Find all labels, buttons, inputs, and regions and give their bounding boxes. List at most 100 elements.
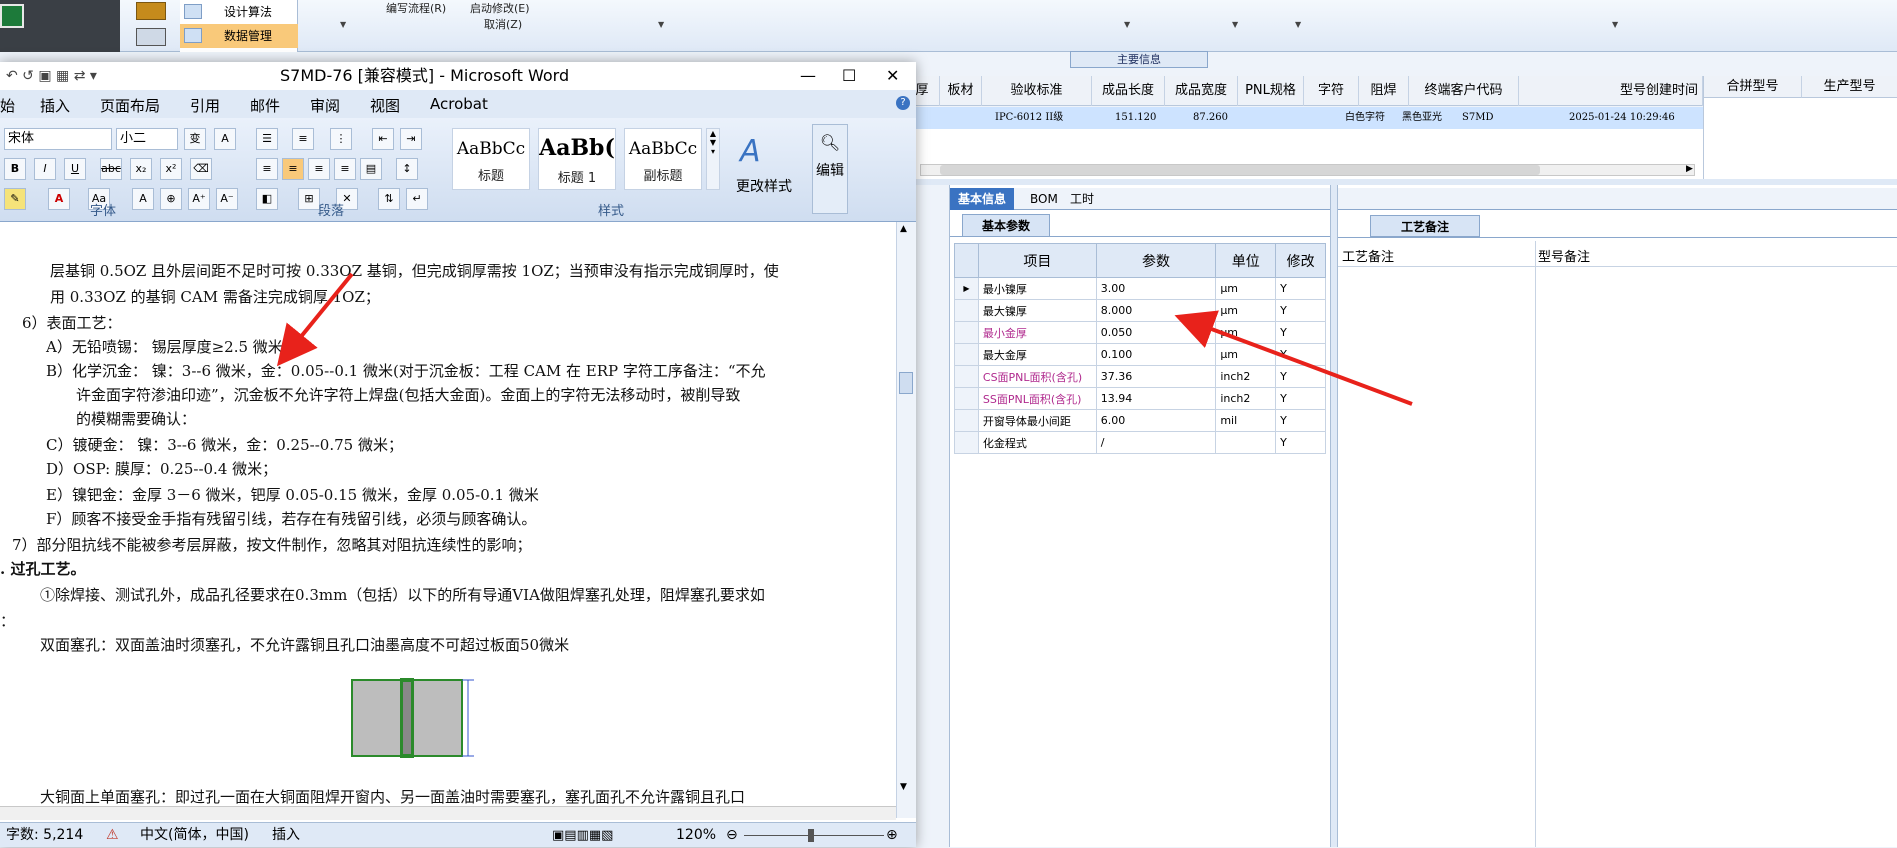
cell-modify[interactable]: Y bbox=[1275, 299, 1326, 322]
grow-font-icon[interactable]: A⁺ bbox=[188, 188, 210, 210]
show-marks-icon[interactable]: ↵ bbox=[406, 188, 428, 210]
row-selector[interactable] bbox=[954, 409, 979, 432]
cell-unit[interactable]: μm bbox=[1215, 321, 1277, 344]
tab-bom[interactable]: BOM bbox=[1022, 188, 1066, 210]
italic-icon[interactable]: I bbox=[34, 158, 56, 180]
dropdown-caret-icon[interactable]: ▼ bbox=[658, 20, 664, 29]
tab-acrobat[interactable]: Acrobat bbox=[430, 95, 488, 113]
cell-item[interactable]: 最大金厚 bbox=[977, 343, 1097, 366]
scroll-up-icon[interactable]: ▲ bbox=[900, 224, 907, 234]
superscript-icon[interactable]: x² bbox=[160, 158, 182, 180]
param-row[interactable]: 开窗导体最小间距 6.00 mil Y bbox=[954, 409, 1326, 432]
cell-modify[interactable]: Y bbox=[1275, 431, 1326, 454]
justify-icon[interactable]: ≡ bbox=[334, 158, 356, 180]
col-header[interactable]: 阻焊 bbox=[1359, 76, 1409, 106]
help-icon[interactable]: ? bbox=[896, 96, 910, 110]
cell-unit[interactable]: inch2 bbox=[1215, 387, 1277, 410]
cell-unit[interactable] bbox=[1215, 431, 1277, 454]
char-border-icon[interactable]: A bbox=[214, 128, 236, 150]
tab-home[interactable]: 始 bbox=[0, 95, 15, 116]
style-heading[interactable]: AaBbCc 标题 bbox=[452, 128, 530, 190]
col-header[interactable]: 成品宽度 bbox=[1165, 76, 1238, 106]
row-selector[interactable] bbox=[954, 365, 979, 388]
cell-unit[interactable]: mil bbox=[1215, 409, 1277, 432]
align-center-icon[interactable]: ≡ bbox=[282, 158, 304, 180]
scroll-thumb[interactable] bbox=[899, 372, 913, 394]
line-spacing-icon[interactable]: ↕ bbox=[396, 158, 418, 180]
col-header-modify[interactable]: 修改 bbox=[1275, 243, 1326, 278]
tab-view[interactable]: 视图 bbox=[370, 95, 400, 116]
font-size-select[interactable]: 小二 bbox=[116, 128, 178, 150]
shrink-font-icon[interactable]: A⁻ bbox=[216, 188, 238, 210]
tab-basic-params[interactable]: 基本参数 bbox=[962, 214, 1050, 236]
param-row[interactable]: 化金程式 / Y bbox=[954, 431, 1326, 454]
param-row[interactable]: CS面PNL面积(含孔) 37.36 inch2 Y bbox=[954, 365, 1326, 388]
font-name-select[interactable]: 宋体 bbox=[4, 128, 112, 150]
cell-modify[interactable]: Y bbox=[1275, 277, 1326, 300]
word-count[interactable]: 字数: 5,214 bbox=[6, 823, 83, 848]
cell-item[interactable]: 化金程式 bbox=[977, 431, 1097, 454]
col-header[interactable]: 合拼型号 bbox=[1704, 76, 1802, 98]
cell-value[interactable]: 3.00 bbox=[1095, 277, 1217, 300]
col-header[interactable]: 字符 bbox=[1304, 76, 1359, 106]
cell-modify[interactable]: Y bbox=[1275, 321, 1326, 344]
row-selector[interactable] bbox=[954, 431, 979, 454]
highlight-icon[interactable]: ✎ bbox=[4, 188, 26, 210]
menu-start-modify[interactable]: 启动修改(E) bbox=[470, 0, 530, 16]
cell-item[interactable]: SS面PNL面积(含孔) bbox=[977, 387, 1097, 410]
cell-modify[interactable]: Y bbox=[1275, 409, 1326, 432]
view-buttons-icon[interactable]: ▣▤▥▦▧ bbox=[552, 823, 613, 848]
subscript-icon[interactable]: x₂ bbox=[130, 158, 152, 180]
doc-hscroll[interactable] bbox=[0, 806, 896, 820]
cell-value[interactable]: / bbox=[1095, 431, 1217, 454]
scroll-down-icon[interactable]: ▼ bbox=[900, 782, 907, 792]
undo-icon[interactable]: ↶ ↺ ▣ ▦ ⇄ ▾ bbox=[6, 62, 97, 90]
tab-mailings[interactable]: 邮件 bbox=[250, 95, 280, 116]
param-row[interactable]: ▶ 最小镍厚 3.00 μm Y bbox=[954, 277, 1326, 300]
col-header-process-notes[interactable]: 工艺备注 bbox=[1342, 246, 1394, 265]
cell-value[interactable]: 6.00 bbox=[1095, 409, 1217, 432]
cell-modify[interactable]: Y bbox=[1275, 387, 1326, 410]
calculator-icon[interactable] bbox=[136, 2, 166, 20]
toolbox-icon[interactable] bbox=[136, 28, 166, 46]
style-subtitle[interactable]: AaBbCc 副标题 bbox=[624, 128, 702, 190]
tab-layout[interactable]: 页面布局 bbox=[100, 95, 160, 116]
zoom-level[interactable]: 120% bbox=[676, 823, 716, 848]
tab-hours[interactable]: 工时 bbox=[1062, 188, 1102, 210]
dropdown-caret-icon[interactable]: ▼ bbox=[1124, 20, 1130, 29]
col-header[interactable]: 型号创建时间 bbox=[1519, 76, 1703, 106]
col-header-param[interactable]: 参数 bbox=[1095, 243, 1217, 278]
bold-icon[interactable]: B bbox=[4, 158, 26, 180]
cell-item[interactable]: 最大镍厚 bbox=[977, 299, 1097, 322]
document-page[interactable]: 层基铜 0.5OZ 且外层间距不足时可按 0.33OZ 基铜，但完成铜厚需按 1… bbox=[0, 222, 896, 818]
dropdown-caret-icon[interactable]: ▼ bbox=[1612, 20, 1618, 29]
cell-item[interactable]: 开窗导体最小间距 bbox=[977, 409, 1097, 432]
cell-value[interactable]: 8.000 bbox=[1095, 299, 1217, 322]
cell-unit[interactable]: inch2 bbox=[1215, 365, 1277, 388]
cell-unit[interactable]: μm bbox=[1215, 277, 1277, 300]
param-row[interactable]: 最小金厚 0.050 μm Y bbox=[954, 321, 1326, 344]
zoom-slider-thumb[interactable] bbox=[808, 829, 814, 842]
underline-icon[interactable]: U bbox=[64, 158, 86, 180]
proofing-icon[interactable]: ⚠ bbox=[106, 823, 119, 848]
scroll-thumb[interactable] bbox=[940, 165, 1540, 175]
language-status[interactable]: 中文(简体，中国) bbox=[140, 823, 249, 848]
enclose-char-icon[interactable]: ⊕ bbox=[160, 188, 182, 210]
row-selector[interactable]: ▶ bbox=[954, 277, 979, 300]
tab-basic-info[interactable]: 基本信息 bbox=[950, 188, 1015, 210]
multilevel-list-icon[interactable]: ⋮ bbox=[330, 128, 352, 150]
table-row[interactable]: IPC-6012 II级 151.120 87.260 白色字符 黑色亚光 S7… bbox=[905, 107, 1703, 129]
close-icon[interactable]: ✕ bbox=[886, 62, 899, 90]
col-header-item[interactable]: 项目 bbox=[977, 243, 1097, 278]
font-color-icon[interactable]: A bbox=[48, 188, 70, 210]
param-row[interactable]: 最大镍厚 8.000 μm Y bbox=[954, 299, 1326, 322]
doc-vscroll[interactable]: ▲ ▼ bbox=[896, 222, 916, 818]
distribute-icon[interactable]: ▤ bbox=[360, 158, 382, 180]
change-case-icon[interactable]: 变 bbox=[184, 128, 206, 150]
col-header[interactable]: PNL规格 bbox=[1238, 76, 1304, 106]
decrease-indent-icon[interactable]: ⇤ bbox=[372, 128, 394, 150]
cell-modify[interactable]: Y bbox=[1275, 365, 1326, 388]
cell-value[interactable]: 0.050 bbox=[1095, 321, 1217, 344]
nav-design-algo[interactable]: 设计算法 bbox=[180, 0, 298, 24]
cell-value[interactable]: 0.100 bbox=[1095, 343, 1217, 366]
